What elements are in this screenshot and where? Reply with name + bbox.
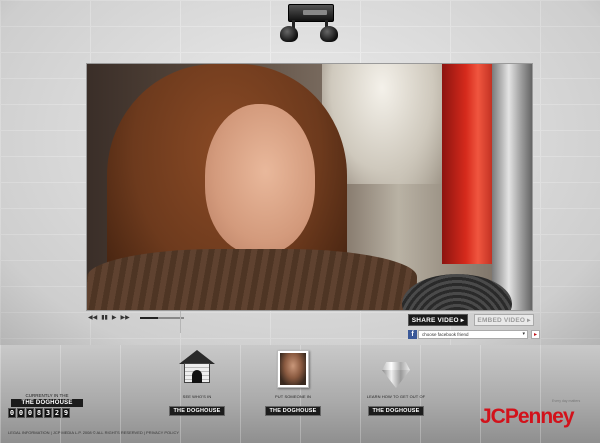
- facebook-friend-select-value: choose facebook friend: [422, 332, 469, 337]
- doghouse-icon[interactable]: [177, 348, 217, 388]
- vacuum-chrome-part: [492, 64, 532, 310]
- facebook-friend-select[interactable]: choose facebook friend ▾: [418, 330, 528, 339]
- embed-video-button[interactable]: EMBED VIDEO ▸: [474, 314, 534, 326]
- brand-tagline: Every day matters: [552, 399, 581, 403]
- share-video-button[interactable]: SHARE VIDEO ▸: [408, 314, 468, 326]
- facebook-share-row: f choose facebook friend ▾ ▸: [408, 330, 540, 339]
- counter-digit: 3: [44, 408, 52, 418]
- video-progress-bar[interactable]: [139, 317, 184, 319]
- video-progress-fill: [139, 317, 159, 319]
- projector-icon: [278, 4, 344, 46]
- counter-digits: 0 0 0 8 3 2 9: [8, 408, 88, 418]
- nav-put-someone-in-badge[interactable]: THE DOGHOUSE: [265, 406, 321, 416]
- nav-see-whos-in-badge[interactable]: THE DOGHOUSE: [169, 406, 225, 416]
- facebook-go-button[interactable]: ▸: [531, 330, 540, 339]
- pause-button[interactable]: ▮▮: [101, 312, 108, 324]
- rewind-button[interactable]: ◀◀: [88, 312, 97, 324]
- counter-caption: CURRENTLY IN THE: [25, 393, 69, 398]
- counter-digit: 9: [62, 408, 70, 418]
- counter-digit: 2: [53, 408, 61, 418]
- fast-forward-button[interactable]: ▶▶: [120, 312, 129, 324]
- play-button[interactable]: ▶: [112, 312, 117, 324]
- projector-lamp-right: [320, 26, 338, 42]
- counter-digit: 0: [8, 408, 16, 418]
- controls-divider: [180, 311, 181, 333]
- jcpenney-logo[interactable]: JCPenney: [480, 405, 575, 429]
- counter-digit: 0: [17, 408, 25, 418]
- nav-put-someone-in-caption: PUT SOMEONE IN: [275, 394, 311, 399]
- nav-see-whos-in-caption: SEE WHO'S IN: [182, 394, 212, 399]
- video-subject-sweater: [87, 249, 417, 310]
- photo-icon[interactable]: [277, 350, 309, 388]
- chevron-down-icon: ▾: [522, 331, 525, 337]
- legal-footer[interactable]: LEGAL INFORMATION | JCP MEDIA L.P. 2008 …: [8, 430, 179, 435]
- nav-learn-how-out[interactable]: LEARN HOW TO GET OUT OF THE DOGHOUSE: [364, 346, 428, 417]
- nav-put-someone-in[interactable]: PUT SOMEONE IN THE DOGHOUSE: [261, 346, 325, 417]
- counter-digit: 0: [26, 408, 34, 418]
- doghouse-counter: CURRENTLY IN THE THE DOGHOUSE 0 0 0 8 3 …: [8, 393, 88, 418]
- projector-lamp-left: [280, 26, 298, 42]
- counter-digit: 8: [35, 408, 43, 418]
- nav-learn-how-out-caption: LEARN HOW TO GET OUT OF: [366, 394, 426, 399]
- nav-learn-how-out-badge[interactable]: THE DOGHOUSE: [368, 406, 424, 416]
- diamond-icon[interactable]: [378, 362, 414, 388]
- counter-title: THE DOGHOUSE: [11, 399, 83, 407]
- nav-see-whos-in[interactable]: SEE WHO'S IN THE DOGHOUSE: [165, 346, 229, 417]
- video-subject-face: [205, 104, 315, 254]
- facebook-icon: f: [408, 330, 417, 339]
- video-player-screen[interactable]: [86, 63, 533, 311]
